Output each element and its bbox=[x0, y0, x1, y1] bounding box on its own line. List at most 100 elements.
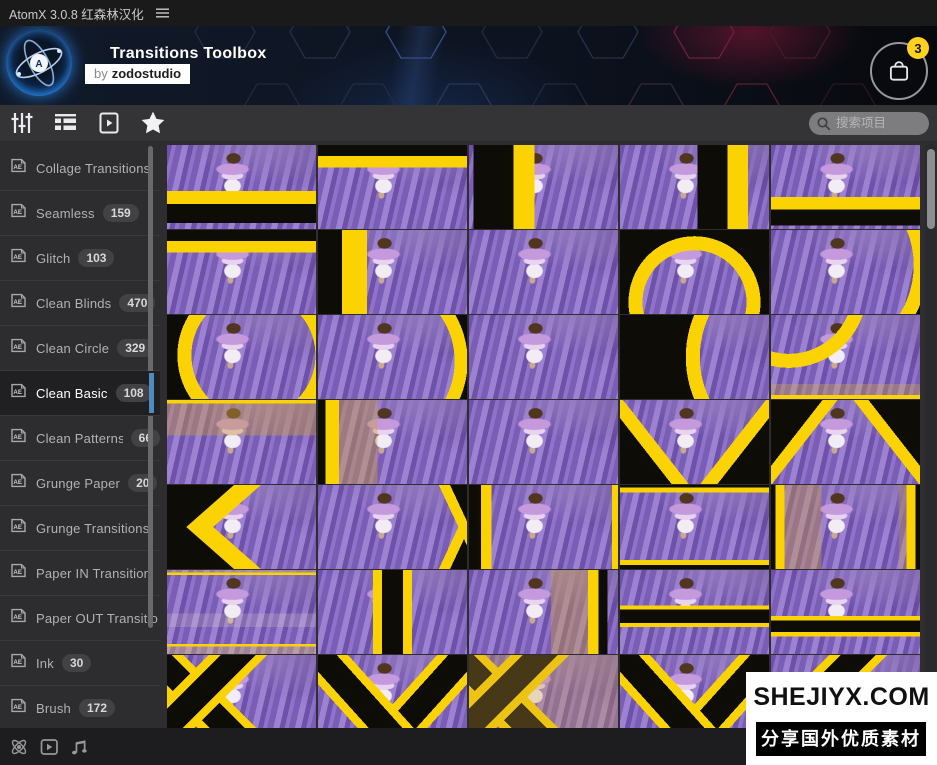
transition-thumbnail-28[interactable] bbox=[469, 570, 618, 654]
cart-button[interactable]: 3 bbox=[870, 42, 928, 100]
ae-project-icon: AE bbox=[10, 383, 27, 403]
sidebar-item-brush[interactable]: AE Brush 172 bbox=[0, 686, 160, 728]
cart-count-badge: 3 bbox=[907, 37, 929, 59]
transition-overlay bbox=[167, 485, 316, 569]
hamburger-menu-icon[interactable] bbox=[156, 8, 169, 18]
transition-thumbnail-25[interactable] bbox=[771, 485, 920, 569]
transition-overlay bbox=[469, 145, 618, 229]
sidebar-item-clean-patterns[interactable]: AE Clean Patterns 66 bbox=[0, 416, 160, 461]
sidebar-item-paper-out-transitio[interactable]: AE Paper OUT Transitio bbox=[0, 596, 160, 641]
svg-text:AE: AE bbox=[13, 299, 22, 306]
transition-thumbnail-3[interactable] bbox=[469, 145, 618, 229]
transition-thumbnail-6[interactable] bbox=[167, 230, 316, 314]
transition-overlay bbox=[318, 315, 467, 399]
ae-project-icon: AE bbox=[10, 158, 27, 178]
transition-thumbnail-30[interactable] bbox=[771, 570, 920, 654]
svg-text:AE: AE bbox=[13, 209, 22, 216]
category-sidebar: AE Collage Transitions AE Seamless 159 A… bbox=[0, 142, 160, 728]
category-count-badge: 108 bbox=[116, 384, 152, 402]
transition-overlay bbox=[318, 230, 467, 314]
effects-atom-icon[interactable] bbox=[9, 737, 29, 757]
transition-thumbnail-24[interactable] bbox=[620, 485, 769, 569]
category-label: Grunge Transitions bbox=[36, 521, 149, 536]
sidebar-item-grunge-paper[interactable]: AE Grunge Paper 20 bbox=[0, 461, 160, 506]
transition-overlay bbox=[469, 485, 618, 569]
transition-thumbnail-9[interactable] bbox=[620, 230, 769, 314]
atomx-panel: AtomX 3.0.8 红森林汉化 A Transitions Too bbox=[0, 0, 937, 765]
transition-overlay bbox=[167, 570, 316, 654]
transition-thumbnail-33[interactable] bbox=[469, 655, 618, 728]
transition-overlay bbox=[771, 485, 920, 569]
ae-project-icon: AE bbox=[10, 563, 27, 583]
sidebar-item-paper-in-transition[interactable]: AE Paper IN Transition bbox=[0, 551, 160, 596]
transition-thumbnail-13[interactable] bbox=[469, 315, 618, 399]
transition-overlay bbox=[469, 655, 618, 728]
transition-thumbnail-26[interactable] bbox=[167, 570, 316, 654]
transition-thumbnail-5[interactable] bbox=[771, 145, 920, 229]
transition-overlay bbox=[318, 145, 467, 229]
transition-thumbnail-11[interactable] bbox=[167, 315, 316, 399]
transition-thumbnail-12[interactable] bbox=[318, 315, 467, 399]
favorites-star-icon[interactable] bbox=[140, 110, 166, 136]
sidebar-item-clean-basic[interactable]: AE Clean Basic 108 bbox=[0, 371, 160, 416]
svg-text:AE: AE bbox=[13, 389, 22, 396]
transition-overlay bbox=[620, 315, 769, 399]
transition-thumbnail-8[interactable] bbox=[469, 230, 618, 314]
transition-overlay bbox=[167, 655, 316, 728]
transition-thumbnail-7[interactable] bbox=[318, 230, 467, 314]
media-file-icon[interactable] bbox=[97, 111, 121, 135]
atomx-logo: A bbox=[6, 30, 72, 96]
audio-music-icon[interactable] bbox=[70, 738, 89, 756]
sidebar-item-seamless[interactable]: AE Seamless 159 bbox=[0, 191, 160, 236]
category-list: AE Collage Transitions AE Seamless 159 A… bbox=[0, 142, 160, 728]
category-label: Clean Patterns bbox=[36, 431, 123, 446]
transition-thumbnail-18[interactable] bbox=[469, 400, 618, 484]
sidebar-item-grunge-transitions[interactable]: AE Grunge Transitions bbox=[0, 506, 160, 551]
filters-icon[interactable] bbox=[10, 111, 34, 135]
transition-thumbnail-31[interactable] bbox=[167, 655, 316, 728]
transition-thumbnail-17[interactable] bbox=[318, 400, 467, 484]
transition-overlay bbox=[771, 315, 920, 399]
list-view-icon[interactable] bbox=[53, 111, 78, 135]
category-label: Paper IN Transition bbox=[36, 566, 151, 581]
sidebar-item-ink[interactable]: AE Ink 30 bbox=[0, 641, 160, 686]
video-preview-icon[interactable] bbox=[40, 738, 59, 756]
transition-thumbnail-10[interactable] bbox=[771, 230, 920, 314]
transition-overlay bbox=[771, 230, 920, 314]
main-scrollbar-thumb[interactable] bbox=[927, 149, 935, 229]
transition-thumbnail-20[interactable] bbox=[771, 400, 920, 484]
watermark-site: SHEJIYX.COM bbox=[746, 683, 937, 712]
sidebar-item-collage-transitions[interactable]: AE Collage Transitions bbox=[0, 146, 160, 191]
transition-thumbnail-22[interactable] bbox=[318, 485, 467, 569]
transition-thumbnail-29[interactable] bbox=[620, 570, 769, 654]
transition-thumbnail-15[interactable] bbox=[771, 315, 920, 399]
watermark: SHEJIYX.COM 分享国外优质素材 bbox=[746, 672, 937, 765]
transition-overlay bbox=[318, 655, 467, 728]
main-scrollbar-track[interactable] bbox=[925, 144, 936, 726]
category-label: Grunge Paper bbox=[36, 476, 120, 491]
transition-thumbnail-32[interactable] bbox=[318, 655, 467, 728]
transition-overlay bbox=[318, 570, 467, 654]
svg-text:AE: AE bbox=[13, 524, 22, 531]
category-label: Seamless bbox=[36, 206, 95, 221]
toolbar bbox=[0, 105, 937, 142]
transition-overlay bbox=[620, 230, 769, 314]
sidebar-item-clean-circle[interactable]: AE Clean Circle 329 bbox=[0, 326, 160, 371]
transition-thumbnail-19[interactable] bbox=[620, 400, 769, 484]
transition-thumbnail-27[interactable] bbox=[318, 570, 467, 654]
category-label: Clean Basic bbox=[36, 386, 108, 401]
transition-thumbnail-23[interactable] bbox=[469, 485, 618, 569]
transition-thumbnail-16[interactable] bbox=[167, 400, 316, 484]
transition-thumbnail-4[interactable] bbox=[620, 145, 769, 229]
transition-thumbnail-1[interactable] bbox=[167, 145, 316, 229]
transition-overlay bbox=[167, 315, 316, 399]
sidebar-item-clean-blinds[interactable]: AE Clean Blinds 470 bbox=[0, 281, 160, 326]
transition-thumbnail-2[interactable] bbox=[318, 145, 467, 229]
svg-text:AE: AE bbox=[13, 479, 22, 486]
transition-overlay bbox=[469, 400, 618, 484]
transition-thumbnail-14[interactable] bbox=[620, 315, 769, 399]
transition-thumbnail-21[interactable] bbox=[167, 485, 316, 569]
ae-project-icon: AE bbox=[10, 293, 27, 313]
sidebar-item-glitch[interactable]: AE Glitch 103 bbox=[0, 236, 160, 281]
svg-text:AE: AE bbox=[13, 659, 22, 666]
